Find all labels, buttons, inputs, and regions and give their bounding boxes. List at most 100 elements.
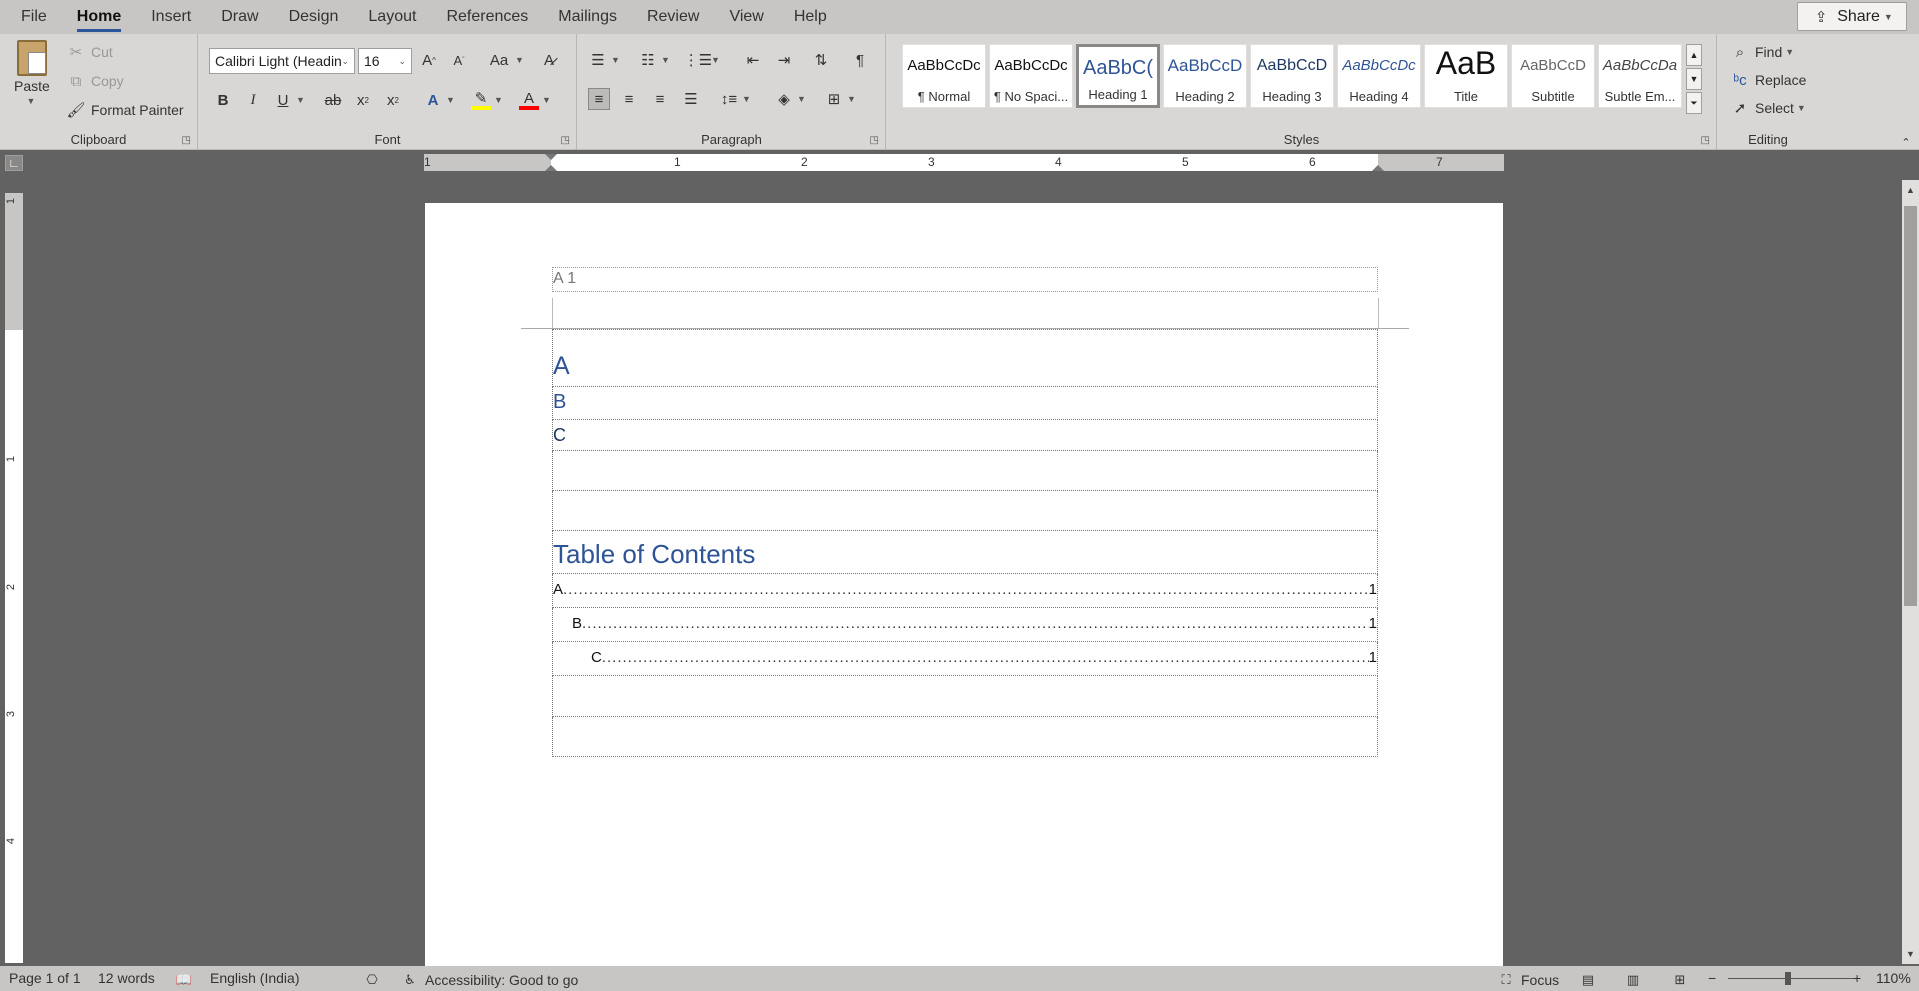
grow-font-button[interactable]: A ^: [419, 50, 439, 70]
italic-button[interactable]: I: [243, 90, 263, 110]
empty-paragraph[interactable]: [552, 491, 1378, 531]
tab-insert[interactable]: Insert: [136, 0, 206, 34]
underline-button[interactable]: U ▼: [273, 90, 305, 110]
empty-paragraph[interactable]: [552, 676, 1378, 717]
zoom-slider-thumb[interactable]: [1785, 972, 1791, 985]
font-color-button[interactable]: A ▼: [519, 90, 551, 110]
tab-home[interactable]: Home: [62, 0, 136, 34]
clear-formatting-button[interactable]: A̷: [539, 50, 559, 70]
subscript-button[interactable]: x2: [353, 90, 373, 110]
format-painter-button[interactable]: 🖌 Format Painter: [66, 100, 183, 120]
tab-references[interactable]: References: [431, 0, 543, 34]
highlight-color-button[interactable]: ✎ ▼: [471, 90, 503, 110]
dialog-launcher-icon[interactable]: ◳: [870, 135, 879, 146]
toc-title[interactable]: Table of Contents: [552, 531, 1378, 574]
align-center-button[interactable]: ≡: [619, 89, 639, 109]
justify-button[interactable]: ☰: [681, 89, 701, 109]
style-subtitle[interactable]: AaBbCcD Subtitle: [1511, 44, 1595, 108]
cut-button[interactable]: ✂ Cut: [66, 42, 113, 62]
right-indent-marker[interactable]: [1372, 165, 1384, 171]
align-left-button[interactable]: ≡: [588, 88, 610, 110]
vertical-ruler[interactable]: 1 1 2 3 4: [5, 193, 23, 963]
horizontal-ruler[interactable]: 1 1 2 3 4 5 6 7: [424, 154, 1504, 171]
tab-mailings[interactable]: Mailings: [543, 0, 632, 34]
vertical-scrollbar[interactable]: ▲ ▼: [1902, 180, 1919, 964]
print-layout-button[interactable]: ▥: [1623, 970, 1643, 990]
hanging-indent-marker[interactable]: [545, 165, 557, 171]
accessibility-status[interactable]: ♿ Accessibility: Good to go: [400, 970, 578, 990]
select-button[interactable]: ➚ Select ▼: [1730, 98, 1806, 118]
focus-button[interactable]: ⛶ Focus: [1496, 970, 1559, 990]
tab-draw[interactable]: Draw: [206, 0, 273, 34]
heading-2[interactable]: B: [552, 387, 1378, 420]
read-mode-button[interactable]: ▤: [1578, 970, 1598, 990]
text-effects-button[interactable]: A ▼: [423, 90, 455, 110]
strikethrough-button[interactable]: ab: [323, 90, 343, 110]
empty-paragraph[interactable]: [552, 451, 1378, 491]
first-line-indent-marker[interactable]: [545, 154, 557, 160]
style-heading-3[interactable]: AaBbCcD Heading 3: [1250, 44, 1334, 108]
bullets-button[interactable]: ☰ ▼: [588, 50, 620, 70]
style-heading-4[interactable]: AaBbCcDc Heading 4: [1337, 44, 1421, 108]
tab-design[interactable]: Design: [274, 0, 354, 34]
web-layout-button[interactable]: ⊞: [1670, 970, 1690, 990]
replace-button[interactable]: ᵇc Replace: [1730, 70, 1806, 90]
proofing-status[interactable]: 📖: [174, 970, 194, 990]
macro-recording-status[interactable]: ⎔: [362, 970, 382, 990]
heading-1[interactable]: A: [552, 329, 1378, 387]
zoom-in-button[interactable]: +: [1853, 970, 1861, 986]
document-page[interactable]: A 1 A B C Table of Contents A ..........…: [425, 203, 1503, 968]
gallery-more-button[interactable]: ⏷: [1686, 92, 1702, 114]
toc-entry[interactable]: A ......................................…: [552, 574, 1378, 608]
font-size-select[interactable]: 16 ⌄: [358, 48, 412, 74]
language-status[interactable]: English (India): [210, 970, 300, 986]
gallery-down-button[interactable]: ▼: [1686, 68, 1702, 90]
scroll-up-button[interactable]: ▲: [1902, 182, 1919, 198]
word-count[interactable]: 12 words: [98, 970, 155, 986]
page-header[interactable]: A 1: [552, 267, 1378, 292]
shrink-font-button[interactable]: Aˇ: [449, 50, 469, 70]
increase-indent-button[interactable]: ⇥: [774, 50, 794, 70]
heading-3[interactable]: C: [552, 420, 1378, 451]
tab-review[interactable]: Review: [632, 0, 714, 34]
multilevel-list-button[interactable]: ⋮☰ ▼: [684, 50, 720, 70]
scroll-thumb[interactable]: [1904, 206, 1917, 606]
gallery-up-button[interactable]: ▲: [1686, 44, 1702, 66]
bold-button[interactable]: B: [213, 90, 233, 110]
paste-button[interactable]: Paste ▼: [14, 40, 50, 106]
style-heading-1[interactable]: AaBbC( Heading 1: [1076, 44, 1160, 108]
line-spacing-button[interactable]: ↕≡ ▼: [719, 89, 751, 109]
page-count[interactable]: Page 1 of 1: [9, 970, 81, 986]
style-normal[interactable]: AaBbCcDc ¶ Normal: [902, 44, 986, 108]
font-family-select[interactable]: Calibri Light (Headin ⌄: [209, 48, 355, 74]
dialog-launcher-icon[interactable]: ◳: [561, 135, 570, 146]
show-formatting-button[interactable]: ¶: [850, 50, 870, 70]
style-no-spacing[interactable]: AaBbCcDc ¶ No Spaci...: [989, 44, 1073, 108]
tab-view[interactable]: View: [714, 0, 778, 34]
collapse-ribbon-button[interactable]: ⌃: [1896, 132, 1916, 152]
copy-button[interactable]: ⧉ Copy: [66, 71, 124, 91]
empty-paragraph[interactable]: [552, 717, 1378, 757]
numbering-button[interactable]: ☷ ▼: [638, 50, 670, 70]
change-case-button[interactable]: Aa ▼: [486, 50, 524, 70]
borders-button[interactable]: ⊞ ▼: [824, 89, 856, 109]
zoom-out-button[interactable]: −: [1708, 970, 1716, 986]
tab-layout[interactable]: Layout: [353, 0, 431, 34]
dialog-launcher-icon[interactable]: ◳: [182, 135, 191, 146]
scroll-down-button[interactable]: ▼: [1902, 946, 1919, 962]
style-subtle-emphasis[interactable]: AaBbCcDa Subtle Em...: [1598, 44, 1682, 108]
share-button[interactable]: ⇪ Share ▼: [1797, 2, 1907, 31]
tab-file[interactable]: File: [0, 0, 62, 34]
find-button[interactable]: ⌕ Find ▼: [1730, 42, 1794, 62]
toc-entry[interactable]: B ......................................…: [552, 608, 1378, 642]
zoom-level[interactable]: 110%: [1876, 970, 1911, 986]
superscript-button[interactable]: x2: [383, 90, 403, 110]
style-title[interactable]: AaB Title: [1424, 44, 1508, 108]
zoom-slider-track[interactable]: [1728, 978, 1858, 979]
tab-selector-icon[interactable]: ∟: [5, 155, 23, 171]
tab-help[interactable]: Help: [779, 0, 842, 34]
decrease-indent-button[interactable]: ⇤: [743, 50, 763, 70]
style-heading-2[interactable]: AaBbCcD Heading 2: [1163, 44, 1247, 108]
sort-button[interactable]: ⇅: [811, 50, 831, 70]
align-right-button[interactable]: ≡: [650, 89, 670, 109]
